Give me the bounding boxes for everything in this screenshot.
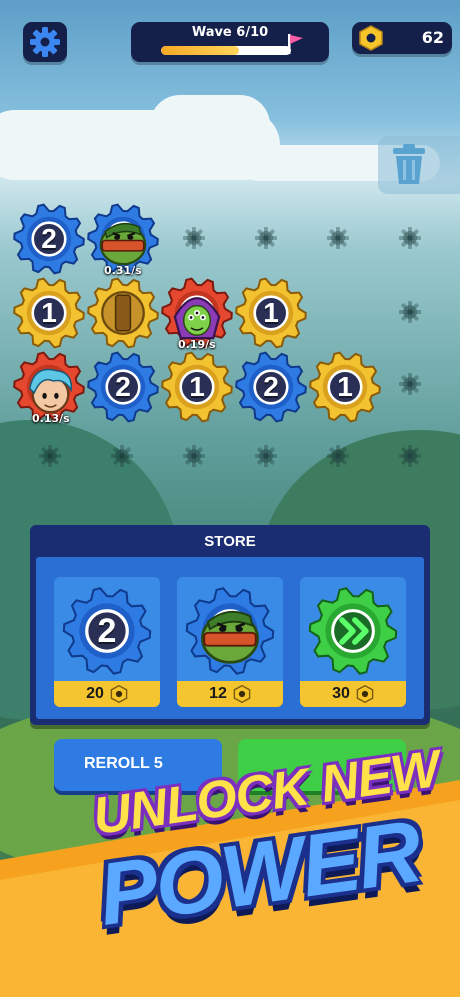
empty-slot[interactable]	[398, 372, 422, 400]
store-body: 2 20 12 30	[36, 557, 424, 719]
price-value: 12	[209, 685, 227, 702]
store-item-gear-2[interactable]: 2 20	[54, 577, 160, 707]
empty-slot[interactable]	[398, 300, 422, 328]
gear-level: 2	[41, 223, 57, 254]
gear-level: 1	[263, 297, 279, 328]
flag-icon	[288, 34, 303, 54]
empty-slot[interactable]	[182, 444, 206, 472]
unit-brown-block[interactable]	[86, 276, 160, 350]
ninja-character-icon	[184, 585, 276, 677]
gear-1-unit[interactable]: 1	[234, 276, 308, 350]
empty-slot[interactable]	[326, 226, 350, 254]
fire-rate-label: 0.13/s	[32, 412, 70, 425]
empty-slot[interactable]	[254, 226, 278, 254]
gear-icon	[30, 27, 60, 57]
store-item-ninja[interactable]: 12	[177, 577, 283, 707]
empty-slot[interactable]	[38, 444, 62, 472]
empty-slot[interactable]	[398, 226, 422, 254]
gear-level: 1	[189, 371, 205, 402]
store-item-speed[interactable]: 30	[300, 577, 406, 707]
empty-slot[interactable]	[110, 444, 134, 472]
gear-2-icon: 2	[61, 585, 153, 677]
empty-slot[interactable]	[326, 444, 350, 472]
hex-nut-coin-icon	[359, 25, 383, 51]
settings-button[interactable]	[23, 22, 67, 62]
gear-level: 2	[263, 371, 279, 402]
gear-2-unit[interactable]: 2	[234, 350, 308, 424]
store-item-price: 30	[300, 681, 406, 707]
gear-1-unit[interactable]: 1	[12, 276, 86, 350]
gear-2-unit[interactable]: 2	[12, 202, 86, 276]
wave-progress-bar	[161, 46, 291, 55]
wave-progress-fill	[161, 46, 239, 55]
coin-count: 62	[421, 28, 444, 47]
trash-icon	[393, 144, 425, 184]
store-panel: STORE 2 20 12 30	[30, 525, 430, 725]
coin-panel: 62	[352, 22, 452, 54]
wave-panel: Wave 6/10	[131, 22, 329, 62]
empty-slot[interactable]	[182, 226, 206, 254]
reroll-label: REROLL 5	[84, 755, 163, 772]
game-scene: Wave 6/10 62 2 0.31/s 1 0.19/s 1 0.13/s …	[0, 0, 460, 997]
gear-2-unit[interactable]: 2	[86, 350, 160, 424]
fast-forward-icon	[307, 585, 399, 677]
hex-nut-coin-icon	[356, 685, 374, 703]
store-item-price: 20	[54, 681, 160, 707]
empty-slot[interactable]	[398, 444, 422, 472]
gear-level: 1	[41, 297, 57, 328]
gear-level: 2	[115, 371, 131, 402]
gear-1-unit[interactable]: 1	[160, 350, 234, 424]
hex-nut-coin-icon	[233, 685, 251, 703]
gear-1-unit[interactable]: 1	[308, 350, 382, 424]
gear-level: 2	[97, 611, 117, 650]
price-value: 30	[332, 685, 350, 702]
price-value: 20	[86, 685, 104, 702]
store-item-price: 12	[177, 681, 283, 707]
store-title: STORE	[204, 533, 256, 550]
gear-level: 1	[337, 371, 353, 402]
empty-slot[interactable]	[254, 444, 278, 472]
trash-button[interactable]	[378, 136, 460, 194]
hex-nut-coin-icon	[110, 685, 128, 703]
